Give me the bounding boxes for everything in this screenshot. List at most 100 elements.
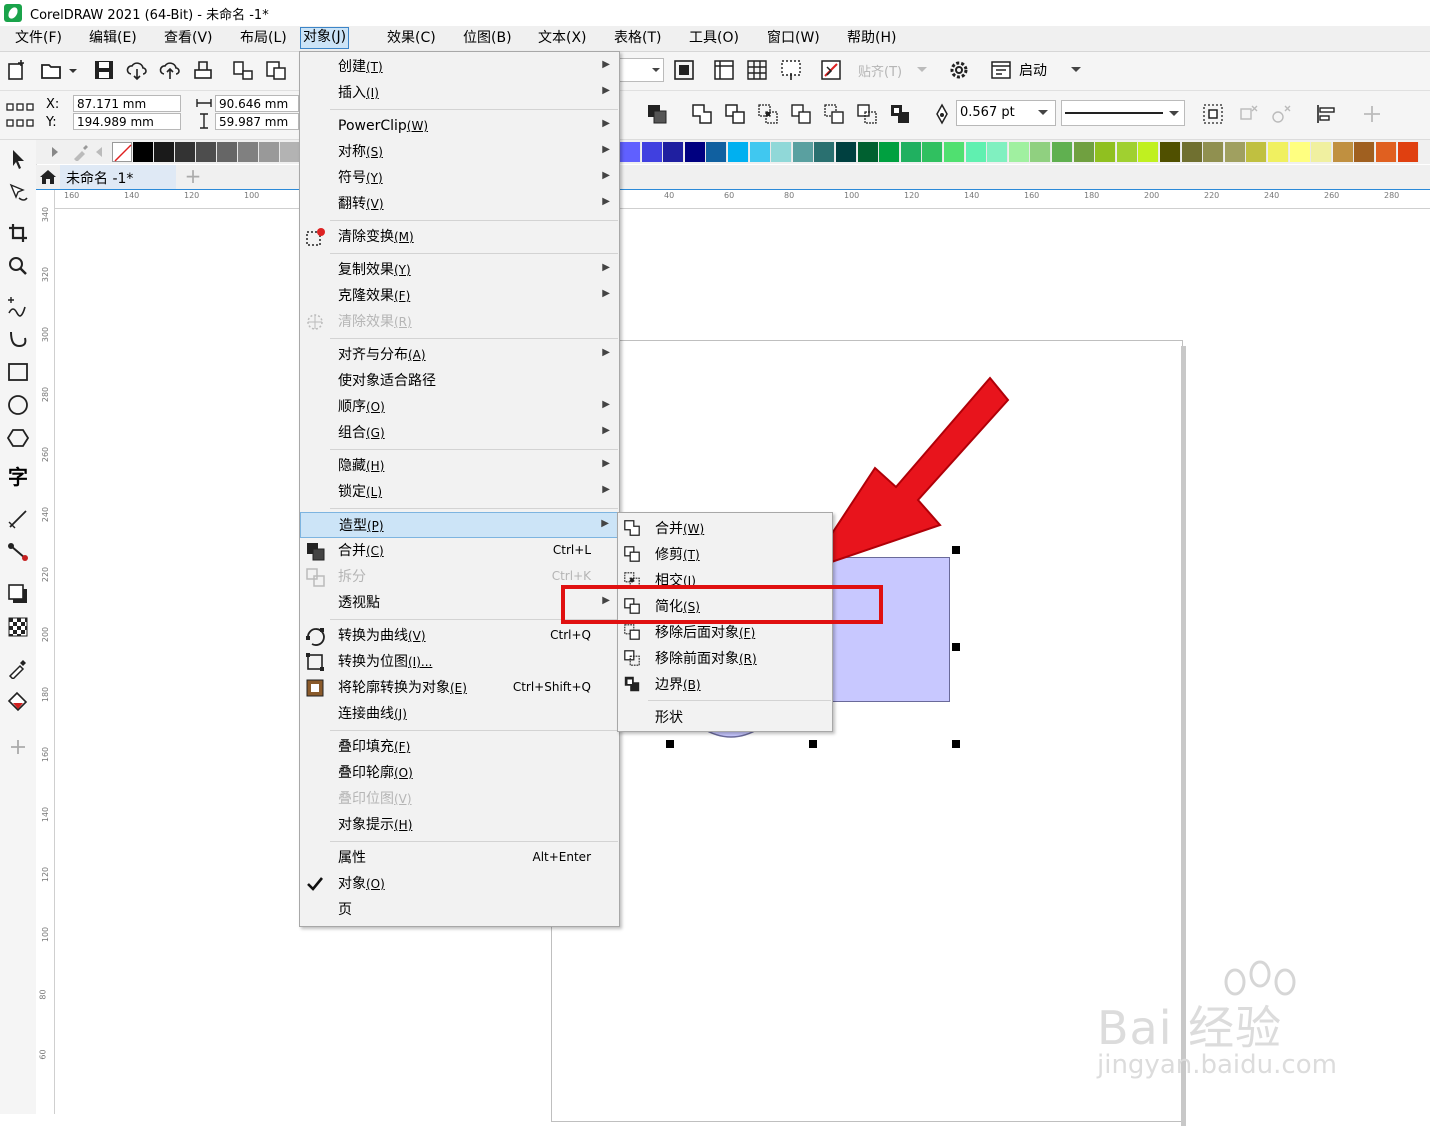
color-swatch[interactable] bbox=[154, 142, 175, 162]
options-gear-icon[interactable] bbox=[948, 59, 970, 81]
menu-item[interactable]: 页 bbox=[300, 897, 619, 923]
color-swatch[interactable] bbox=[1354, 142, 1376, 162]
menu-text[interactable]: 文本(X) bbox=[536, 29, 589, 48]
menu-item[interactable]: 将轮廓转换为对象(E) Ctrl+Shift+Q bbox=[300, 675, 619, 701]
zoom-tool-icon[interactable] bbox=[7, 255, 29, 277]
color-swatch[interactable] bbox=[1332, 142, 1354, 162]
color-swatch[interactable] bbox=[1246, 142, 1268, 162]
print-icon[interactable] bbox=[192, 59, 214, 81]
crop-tool-icon[interactable] bbox=[7, 222, 29, 244]
menu-item[interactable]: 复制效果(Y) ▶ bbox=[300, 257, 619, 283]
cloud-download-icon[interactable] bbox=[126, 59, 148, 81]
polygon-tool-icon[interactable] bbox=[7, 427, 29, 449]
color-swatch[interactable] bbox=[900, 142, 922, 162]
new-document-icon[interactable] bbox=[6, 59, 28, 81]
rectangle-tool-icon[interactable] bbox=[7, 361, 29, 383]
menu-item[interactable]: 叠印填充(F) bbox=[300, 734, 619, 760]
simplify-toolbar-icon[interactable] bbox=[790, 103, 812, 125]
submenu-item[interactable]: 边界(B) bbox=[618, 671, 832, 697]
menu-item[interactable]: 清除变换(M) bbox=[300, 224, 619, 250]
submenu-item[interactable]: 修剪(T) bbox=[618, 541, 832, 567]
width-field[interactable]: 90.646 mm bbox=[215, 95, 299, 112]
color-swatch[interactable] bbox=[1138, 142, 1160, 162]
menu-item[interactable]: 顺序(O) ▶ bbox=[300, 394, 619, 420]
import-icon[interactable] bbox=[232, 59, 254, 81]
color-swatch[interactable] bbox=[1397, 142, 1419, 162]
weld-toolbar-icon[interactable] bbox=[691, 103, 713, 125]
line-style-dropdown[interactable] bbox=[1061, 100, 1185, 126]
color-swatch[interactable] bbox=[1030, 142, 1052, 162]
selection-handle-middle-right[interactable] bbox=[952, 643, 960, 651]
color-swatch[interactable] bbox=[965, 142, 987, 162]
menu-item[interactable]: 隐藏(H) ▶ bbox=[300, 453, 619, 479]
text-tool-icon[interactable]: 字 bbox=[7, 466, 29, 488]
menu-item[interactable]: 克隆效果(F) ▶ bbox=[300, 283, 619, 309]
height-field[interactable]: 59.987 mm bbox=[215, 113, 299, 130]
color-swatch[interactable] bbox=[857, 142, 879, 162]
document-tab[interactable]: 未命名 -1* bbox=[60, 165, 176, 189]
menu-item[interactable]: 对象提示(H) bbox=[300, 812, 619, 838]
connector-tool-icon[interactable] bbox=[7, 541, 29, 563]
menu-layout[interactable]: 布局(L) bbox=[238, 29, 289, 48]
wrap-text-icon[interactable] bbox=[1202, 103, 1224, 125]
selection-handle-bottom-left[interactable] bbox=[666, 740, 674, 748]
outline-width-dropdown-icon[interactable] bbox=[1037, 108, 1049, 118]
color-swatch[interactable] bbox=[280, 142, 301, 162]
menu-item[interactable]: 对象(O) bbox=[300, 871, 619, 897]
boundary-toolbar-icon[interactable] bbox=[889, 103, 911, 125]
submenu-item[interactable]: 移除前面对象(R) bbox=[618, 645, 832, 671]
trim-toolbar-icon[interactable] bbox=[724, 103, 746, 125]
show-rulers-icon[interactable] bbox=[713, 59, 735, 81]
menu-file[interactable]: 文件(F) bbox=[13, 29, 64, 48]
snap-to-dropdown[interactable]: 贴齐(T) bbox=[858, 61, 902, 80]
launch-label[interactable]: 启动 bbox=[1019, 60, 1047, 80]
transparency-tool-icon[interactable] bbox=[7, 616, 29, 638]
intersect-toolbar-icon[interactable] bbox=[757, 103, 779, 125]
color-swatch[interactable] bbox=[836, 142, 857, 162]
pick-tool-icon[interactable] bbox=[7, 148, 29, 170]
color-swatch[interactable] bbox=[1181, 142, 1203, 162]
menu-item[interactable]: 造型(P) ▶ bbox=[300, 512, 619, 538]
no-color-swatch[interactable] bbox=[112, 142, 132, 162]
color-swatch[interactable] bbox=[133, 142, 154, 162]
color-swatch[interactable] bbox=[1052, 142, 1073, 162]
color-swatch[interactable] bbox=[175, 142, 196, 162]
menu-item[interactable]: 插入(I) ▶ bbox=[300, 80, 619, 106]
menu-table[interactable]: 表格(T) bbox=[612, 29, 663, 48]
menu-item[interactable]: 对齐与分布(A) ▶ bbox=[300, 342, 619, 368]
zoom-level-dropdown[interactable] bbox=[618, 58, 664, 82]
front-minus-back-toolbar-icon[interactable] bbox=[823, 103, 845, 125]
show-grid-icon[interactable] bbox=[746, 59, 768, 81]
color-swatch[interactable] bbox=[217, 142, 238, 162]
y-position-field[interactable]: 194.989 mm bbox=[73, 113, 181, 130]
color-swatch[interactable] bbox=[706, 142, 728, 162]
back-minus-front-toolbar-icon[interactable] bbox=[856, 103, 878, 125]
eyedropper-tool-icon[interactable] bbox=[7, 657, 29, 679]
palette-eyedropper-icon[interactable] bbox=[72, 143, 88, 161]
interactive-fill-tool-icon[interactable] bbox=[7, 690, 29, 712]
menu-item[interactable]: 组合(G) ▶ bbox=[300, 420, 619, 446]
menu-window[interactable]: 窗口(W) bbox=[765, 29, 822, 48]
snap-dropdown-arrow-icon[interactable] bbox=[916, 65, 928, 75]
object-origin-icon[interactable] bbox=[5, 102, 35, 128]
color-swatch[interactable] bbox=[1224, 142, 1246, 162]
menu-item[interactable]: 符号(Y) ▶ bbox=[300, 165, 619, 191]
menu-item[interactable]: 合并(C) Ctrl+L bbox=[300, 538, 619, 564]
align-distribute-icon[interactable] bbox=[1315, 103, 1337, 125]
palette-scroll-left-icon[interactable] bbox=[94, 145, 104, 159]
submenu-item[interactable]: 合并(W) bbox=[618, 515, 832, 541]
menu-item[interactable]: 翻转(V) ▶ bbox=[300, 191, 619, 217]
color-swatch[interactable] bbox=[922, 142, 944, 162]
menu-item[interactable]: 对称(S) ▶ bbox=[300, 139, 619, 165]
color-swatch[interactable] bbox=[814, 142, 836, 162]
menu-object[interactable]: 对象(J) bbox=[300, 27, 350, 49]
add-tool-icon[interactable] bbox=[7, 736, 29, 758]
menu-tools[interactable]: 工具(O) bbox=[687, 29, 741, 48]
freehand-tool-icon[interactable] bbox=[7, 295, 29, 317]
color-swatch[interactable] bbox=[684, 142, 706, 162]
color-swatch[interactable] bbox=[238, 142, 259, 162]
color-swatch[interactable] bbox=[1008, 142, 1030, 162]
menu-help[interactable]: 帮助(H) bbox=[845, 29, 898, 48]
home-icon[interactable] bbox=[39, 168, 57, 186]
color-swatch[interactable] bbox=[1073, 142, 1095, 162]
